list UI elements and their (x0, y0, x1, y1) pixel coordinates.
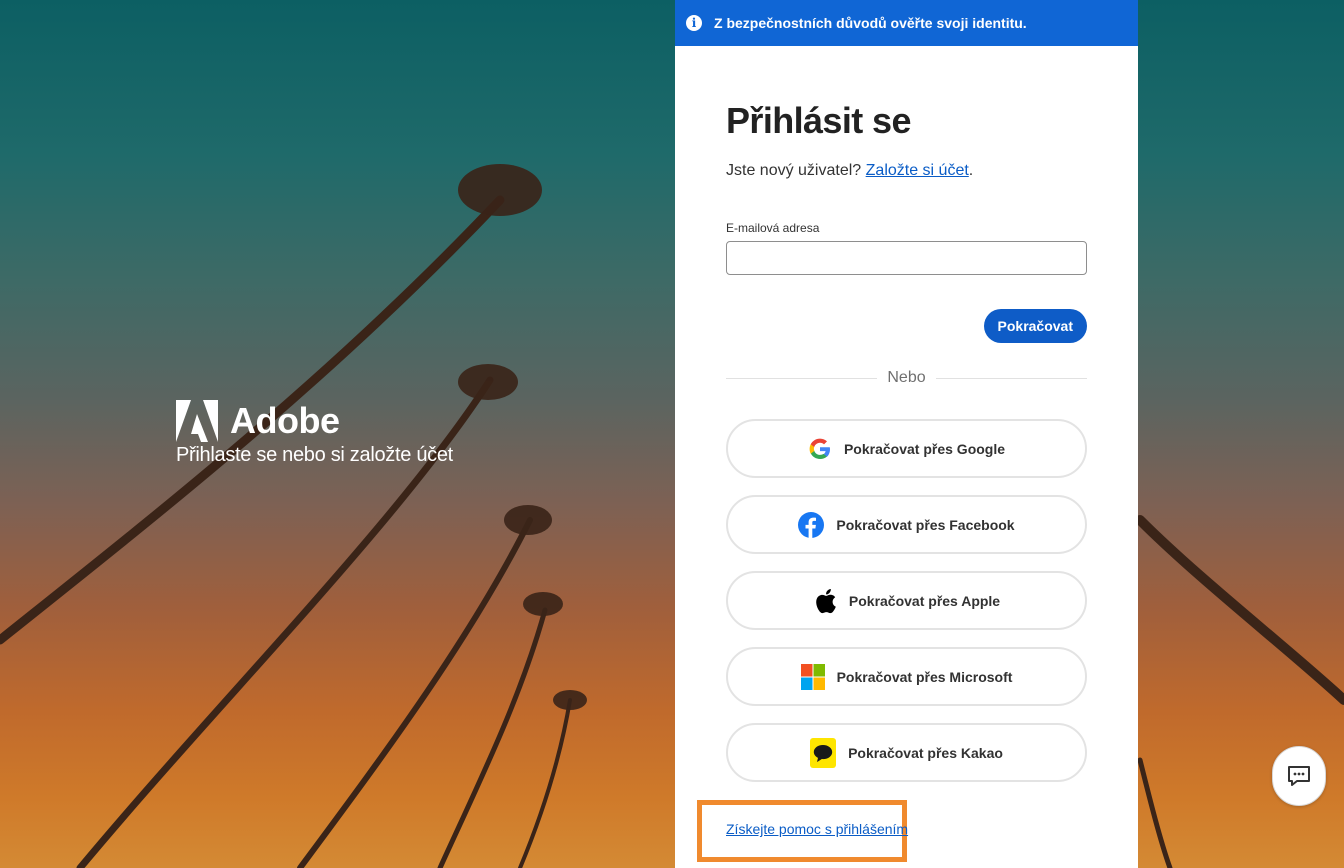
divider-line (935, 377, 1087, 379)
info-icon: i (686, 15, 702, 31)
divider-line (726, 377, 878, 379)
social-label-facebook: Pokračovat přes Facebook (836, 516, 1015, 533)
apple-icon (816, 588, 836, 613)
email-field[interactable] (726, 241, 1087, 275)
new-user-text: Jste nový uživatel? (726, 162, 862, 179)
chat-icon (1288, 766, 1310, 786)
microsoft-icon (800, 663, 825, 690)
continue-button[interactable]: Pokračovat (983, 309, 1087, 343)
continue-with-kakao-button[interactable]: Pokračovat přes Kakao (726, 723, 1087, 782)
social-login-list: Pokračovat přes Google Pokračovat přes F… (726, 419, 1087, 782)
continue-with-google-button[interactable]: Pokračovat přes Google (726, 419, 1087, 478)
new-user-prompt: Jste nový uživatel? Založte si účet. (726, 162, 1087, 180)
page-title: Přihlásit se (726, 100, 912, 141)
continue-with-facebook-button[interactable]: Pokračovat přes Facebook (726, 495, 1087, 554)
or-divider: Nebo (726, 369, 1087, 387)
social-label-microsoft: Pokračovat přes Microsoft (836, 668, 1013, 685)
continue-with-apple-button[interactable]: Pokračovat přes Apple (726, 571, 1087, 630)
adobe-logo-icon (176, 400, 218, 442)
social-label-apple: Pokračovat přes Apple (848, 592, 1001, 609)
security-notice-banner: i Z bezpečnostních důvodů ověřte svoji i… (675, 0, 1138, 46)
brand-name: Adobe (230, 400, 340, 441)
social-label-kakao: Pokračovat přes Kakao (848, 744, 1003, 761)
email-label: E-mailová adresa (726, 221, 820, 235)
brand-tagline: Přihlaste se nebo si založte účet (176, 444, 453, 466)
continue-with-microsoft-button[interactable]: Pokračovat přes Microsoft (726, 647, 1087, 706)
chat-button[interactable] (1272, 746, 1326, 806)
social-label-google: Pokračovat přes Google (843, 440, 1006, 457)
google-icon (809, 438, 830, 459)
create-account-link[interactable]: Založte si účet (866, 162, 969, 179)
facebook-icon (798, 511, 825, 538)
kakao-icon (810, 737, 837, 768)
sign-in-card: i Z bezpečnostních důvodů ověřte svoji i… (675, 0, 1138, 868)
new-user-period: . (968, 162, 974, 179)
divider-text: Nebo (887, 369, 926, 386)
notice-text: Z bezpečnostních důvodů ověřte svoji ide… (714, 15, 1027, 31)
adobe-brand: Adobe Přihlaste se nebo si založte účet (176, 400, 453, 467)
sign-in-help-link[interactable]: Získejte pomoc s přihlášením (726, 821, 908, 837)
